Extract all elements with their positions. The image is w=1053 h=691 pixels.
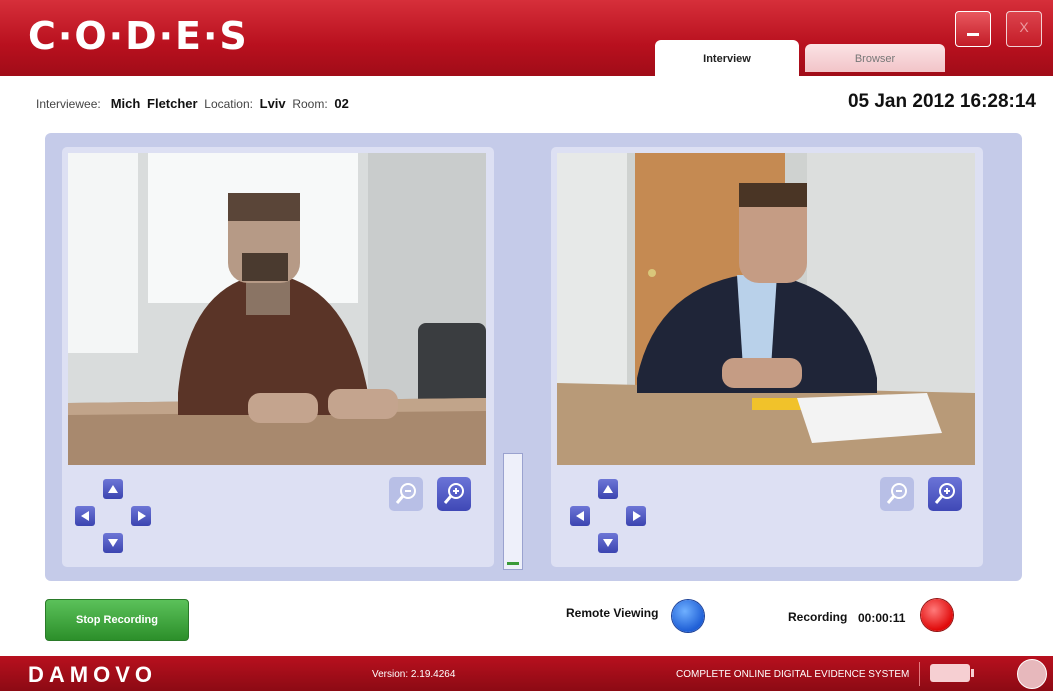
pan-down-button[interactable]	[103, 533, 123, 553]
audio-level-meter	[503, 453, 523, 570]
camera-left-dpad	[75, 479, 155, 553]
version-text: Version: 2.19.4264	[372, 669, 456, 680]
close-button[interactable]: X	[1006, 11, 1042, 47]
zoom-out-button[interactable]	[880, 477, 914, 511]
remote-viewing-label: Remote Viewing	[566, 606, 659, 620]
interviewee-first-name: Mich	[110, 96, 141, 111]
zoom-out-button[interactable]	[389, 477, 423, 511]
pan-right-button[interactable]	[626, 506, 646, 526]
footer-divider	[919, 662, 920, 686]
title-bar: C·O·D·E·S Interview Browser X	[0, 0, 1053, 76]
audio-level-bar	[507, 562, 519, 565]
interviewee-last-name: Fletcher	[147, 96, 198, 111]
close-icon: X	[1019, 19, 1029, 35]
zoom-in-button[interactable]	[437, 477, 471, 511]
stop-recording-button[interactable]: Stop Recording	[45, 599, 189, 641]
pan-right-button[interactable]	[131, 506, 151, 526]
codes-logo: C·O·D·E·S	[28, 14, 249, 58]
tab-browser[interactable]: Browser	[805, 44, 945, 72]
camera-right	[551, 147, 983, 567]
video-feed-interviewee	[68, 153, 486, 465]
footer-bar: DAMOVO Version: 2.19.4264 COMPLETE ONLIN…	[0, 656, 1053, 691]
pan-down-button[interactable]	[598, 533, 618, 553]
recording-label: Recording	[788, 610, 848, 624]
video-feed-interviewer	[557, 153, 975, 465]
damovo-logo: DAMOVO	[28, 662, 157, 687]
room-label: Room:	[292, 97, 328, 111]
recording-indicator[interactable]	[921, 599, 953, 631]
camera-panel	[45, 133, 1022, 581]
minimize-button[interactable]	[955, 11, 991, 47]
interview-info: Interviewee: Mich Fletcher Location: Lvi…	[36, 96, 349, 111]
remote-viewing-indicator[interactable]	[672, 600, 704, 632]
pan-up-button[interactable]	[103, 479, 123, 499]
zoom-in-icon	[934, 483, 955, 504]
pan-left-button[interactable]	[570, 506, 590, 526]
camera-left	[62, 147, 494, 567]
zoom-out-icon	[395, 483, 416, 504]
zoom-in-icon	[443, 483, 464, 504]
minimize-icon	[967, 33, 979, 36]
recording-timer: 00:00:11	[858, 611, 906, 625]
location-label: Location:	[204, 97, 253, 111]
battery-icon	[930, 664, 974, 682]
room-value: 02	[334, 96, 349, 111]
interviewee-label: Interviewee:	[36, 97, 101, 111]
zoom-out-icon	[886, 483, 907, 504]
product-tagline: COMPLETE ONLINE DIGITAL EVIDENCE SYSTEM	[676, 669, 910, 680]
camera-right-dpad	[570, 479, 650, 553]
pan-left-button[interactable]	[75, 506, 95, 526]
current-datetime: 05 Jan 2012 16:28:14	[847, 91, 1036, 112]
pan-up-button[interactable]	[598, 479, 618, 499]
zoom-in-button[interactable]	[928, 477, 962, 511]
globe-icon[interactable]	[1017, 659, 1047, 689]
tab-interview[interactable]: Interview	[655, 40, 799, 76]
location-value: Lviv	[259, 96, 286, 111]
